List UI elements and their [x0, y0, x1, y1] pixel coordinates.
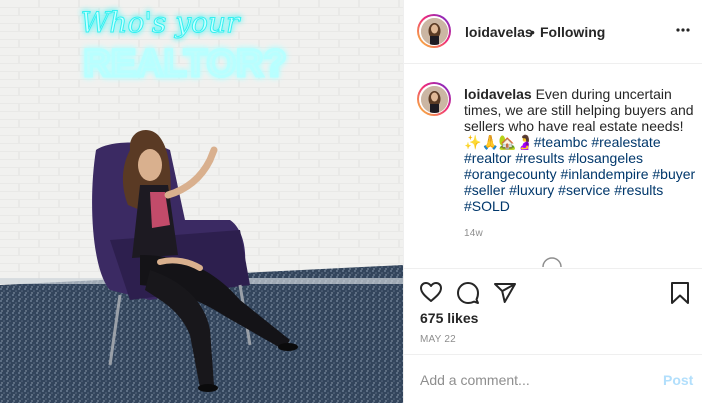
hashtag-link[interactable]: #losangeles [568, 150, 643, 166]
pregnant-woman-emoji: 🤰 [516, 134, 534, 150]
caption-age[interactable]: 14w [464, 228, 483, 239]
hashtag-link[interactable]: #SOLD [464, 198, 510, 214]
hashtag-link[interactable]: #results [614, 182, 663, 198]
post-comment-button[interactable]: Post [663, 372, 693, 388]
post-caption: loidavelas Even during uncertain times, … [464, 86, 696, 214]
photo-canvas: Who's your REALTOR? [0, 0, 403, 403]
hashtag-link[interactable]: #inlandempire [561, 166, 649, 182]
heart-icon[interactable] [419, 281, 443, 303]
caption-username[interactable]: loidavelas [464, 86, 532, 102]
hashtag-link[interactable]: #teambc [534, 134, 588, 150]
post-photo[interactable]: Who's your REALTOR? [0, 0, 403, 403]
instagram-post: Who's your REALTOR? loidavelas • Followi… [0, 0, 702, 403]
neon-line-1: Who's your [81, 6, 241, 39]
avatar[interactable] [417, 14, 451, 48]
caption-avatar[interactable] [417, 82, 451, 116]
share-icon[interactable] [493, 281, 517, 305]
neon-line-2: REALTOR? [83, 43, 286, 85]
post-header: loidavelas • Following [404, 0, 702, 64]
hashtag-link[interactable]: #results [515, 150, 564, 166]
following-button[interactable]: Following [540, 24, 605, 40]
more-horizontal-icon[interactable] [675, 22, 691, 38]
hashtag-link[interactable]: #realestate [591, 134, 660, 150]
house-emoji: 🏡 [498, 134, 517, 150]
praying-hands-emoji: 🙏 [481, 134, 499, 150]
separator-dot: • [530, 24, 535, 40]
hashtag-link[interactable]: #luxury [509, 182, 554, 198]
hashtag-link[interactable]: #service [558, 182, 610, 198]
hashtag-link[interactable]: #buyer [652, 166, 695, 182]
action-bar [404, 268, 702, 314]
load-comments-spinner-icon [542, 257, 562, 267]
post-date[interactable]: MAY 22 [420, 334, 456, 345]
bookmark-icon[interactable] [670, 281, 690, 305]
profile-photo [420, 85, 448, 113]
hashtag-link[interactable]: #realtor [464, 150, 511, 166]
sparkles-emoji: ✨ [464, 134, 482, 150]
username-link[interactable]: loidavelas [465, 24, 533, 40]
comment-icon[interactable] [456, 281, 480, 305]
caption-emojis: ✨🙏🏡🤰 [464, 134, 534, 150]
profile-photo [420, 17, 448, 45]
post-side-panel: loidavelas • Following loidavelas Even d… [403, 0, 702, 403]
hashtag-link[interactable]: #seller [464, 182, 505, 198]
likes-count[interactable]: 675 likes [420, 310, 478, 326]
hashtag-link[interactable]: #orangecounty [464, 166, 557, 182]
add-comment-input[interactable] [420, 372, 640, 388]
comment-bar: Post [404, 354, 702, 403]
